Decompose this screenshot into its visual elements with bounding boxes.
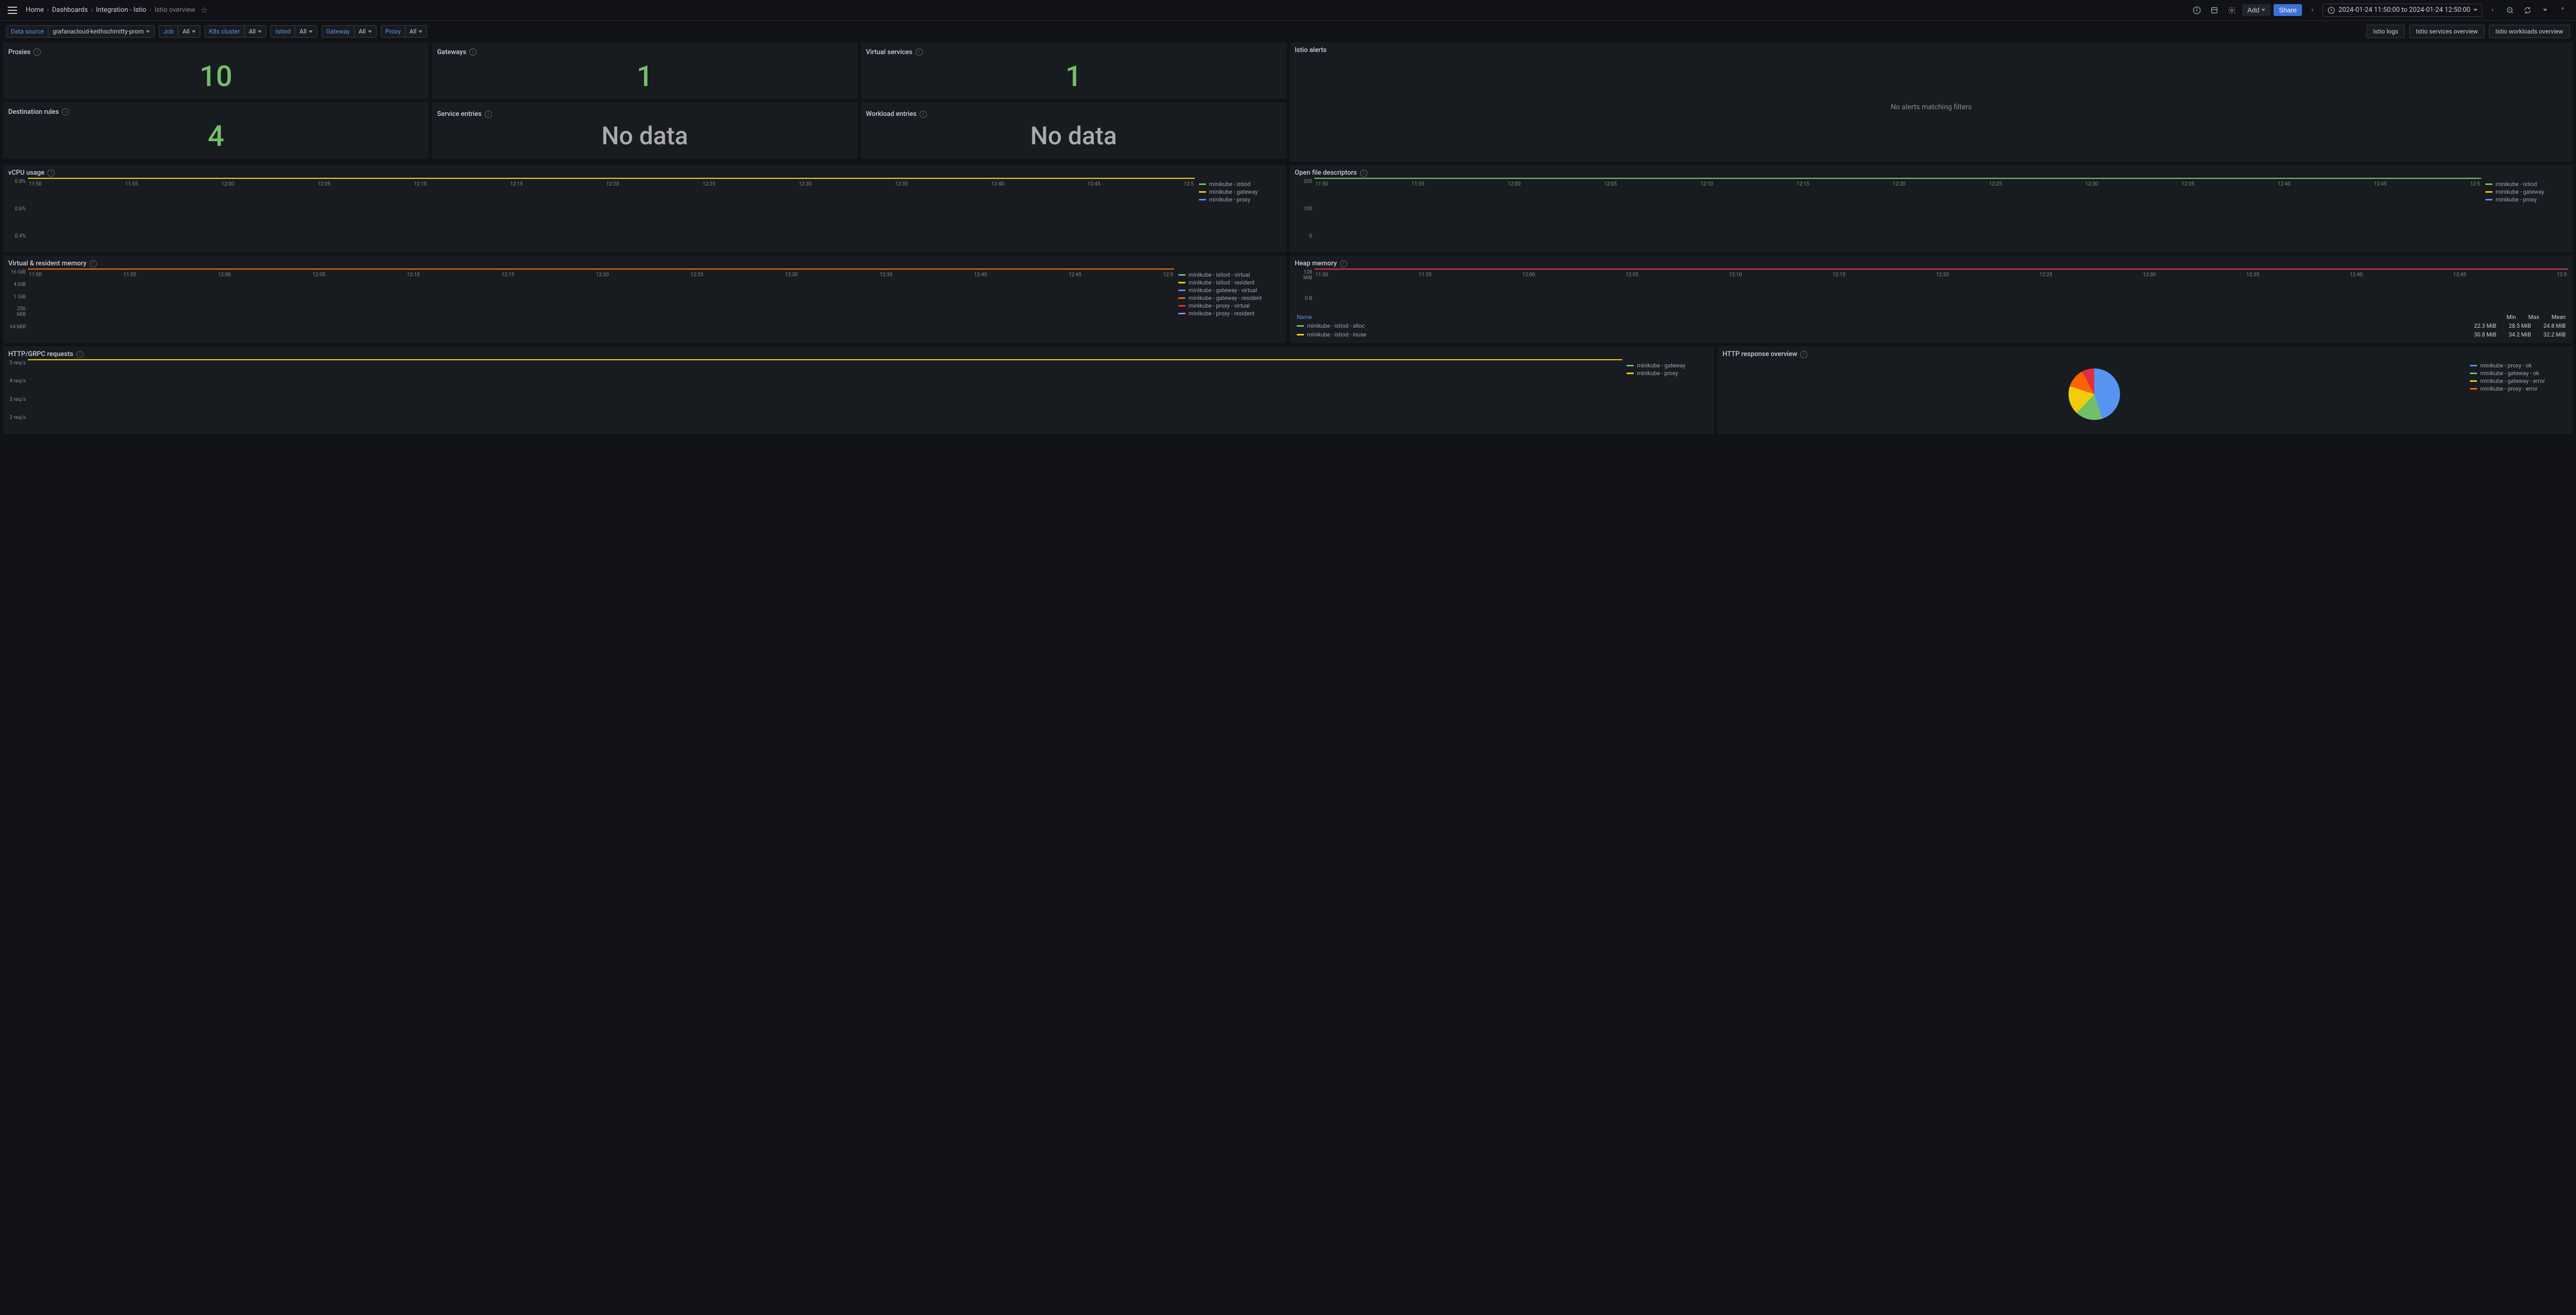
heap-legend-table: NameMinMaxMean minikube - istiod - alloc… bbox=[1295, 313, 2568, 339]
info-icon[interactable]: i bbox=[916, 48, 923, 56]
x-axis: 11:5011:5512:0012:0512:1012:1512:2012:25… bbox=[1314, 181, 2481, 187]
share-button[interactable]: Share bbox=[2274, 4, 2302, 16]
link-istio-services[interactable]: Istio services overview bbox=[2409, 25, 2485, 38]
time-range-picker[interactable]: 2024-01-24 11:50:00 to 2024-01-24 12:50:… bbox=[2323, 4, 2482, 17]
legend: minikube - proxy - ok minikube - gateway… bbox=[2470, 360, 2568, 430]
y-axis: 5 req/s4 req/s3 req/s2 req/s bbox=[26, 360, 44, 420]
refresh-icon[interactable] bbox=[2520, 3, 2535, 18]
info-icon[interactable]: i bbox=[33, 48, 41, 56]
topbar: Home› Dashboards› Integration - Istio› I… bbox=[0, 0, 2576, 21]
var-istiod[interactable]: Istiod All bbox=[270, 25, 317, 38]
var-proxy[interactable]: Proxy All bbox=[381, 25, 428, 38]
breadcrumb-dashboards[interactable]: Dashboards bbox=[52, 6, 88, 14]
legend: minikube - istiod - virtual minikube - i… bbox=[1178, 269, 1281, 339]
alerts-empty-text: No alerts matching filters bbox=[1295, 56, 2568, 158]
panel-virtual-services[interactable]: Virtual servicesi 1 bbox=[861, 42, 1286, 99]
y-axis: 0.8%0.6%0.4% bbox=[26, 179, 44, 239]
stat-value: No data bbox=[601, 121, 688, 150]
panel-istio-alerts[interactable]: Istio alerts No alerts matching filters bbox=[1290, 42, 2573, 162]
table-row[interactable]: minikube - istiod - inuse30.8 MiB34.2 Mi… bbox=[1295, 330, 2568, 339]
add-button[interactable]: Add bbox=[2242, 4, 2270, 16]
favorite-star-icon[interactable]: ☆ bbox=[200, 5, 208, 15]
info-icon[interactable]: i bbox=[1800, 351, 1807, 358]
panel-vcpu-usage[interactable]: vCPU usagei 0.8%0.6%0.4% 11:5011:5512:00… bbox=[3, 165, 1286, 252]
info-icon[interactable] bbox=[2190, 3, 2204, 18]
y-axis: 2001000 bbox=[1312, 179, 1331, 239]
var-k8s-cluster[interactable]: K8s cluster All bbox=[205, 25, 266, 38]
link-istio-workloads[interactable]: Istio workloads overview bbox=[2489, 25, 2570, 38]
breadcrumb: Home› Dashboards› Integration - Istio› I… bbox=[26, 5, 208, 15]
info-icon[interactable]: i bbox=[485, 111, 492, 118]
table-row[interactable]: minikube - istiod - alloc22.3 MiB28.5 Mi… bbox=[1295, 322, 2568, 330]
y-axis: 128 MiB0 B bbox=[1312, 269, 1331, 301]
stat-value: 1 bbox=[637, 59, 653, 93]
info-icon[interactable]: i bbox=[47, 170, 55, 177]
info-icon[interactable]: i bbox=[1360, 170, 1367, 177]
y-axis: 16 GiB4 GiB1 GiB256 MiB64 MiB bbox=[26, 269, 44, 330]
info-icon[interactable]: i bbox=[920, 111, 927, 118]
breadcrumb-current: Istio overview bbox=[155, 6, 195, 14]
stat-value: 1 bbox=[1065, 59, 1082, 93]
variable-toolbar: Data source grafanacloud-keithschmitty-p… bbox=[0, 21, 2576, 42]
panel-workload-entries[interactable]: Workload entriesi No data bbox=[861, 102, 1286, 159]
menu-toggle[interactable] bbox=[6, 4, 19, 16]
breadcrumb-integration[interactable]: Integration - Istio bbox=[96, 6, 146, 14]
settings-gear-icon[interactable] bbox=[2225, 3, 2239, 18]
panel-proxies[interactable]: Proxiesi 10 bbox=[3, 42, 429, 99]
time-prev-icon[interactable]: ‹ bbox=[2305, 3, 2319, 18]
refresh-interval-icon[interactable] bbox=[2538, 3, 2552, 18]
info-icon[interactable]: i bbox=[90, 260, 97, 267]
panel-open-file-descriptors[interactable]: Open file descriptorsi 2001000 11:5011:5… bbox=[1290, 165, 2573, 252]
var-gateway[interactable]: Gateway All bbox=[321, 25, 377, 38]
collapse-icon[interactable]: ^ bbox=[2555, 3, 2570, 18]
link-istio-logs[interactable]: Istio logs bbox=[2366, 25, 2405, 38]
time-next-icon[interactable]: › bbox=[2485, 3, 2500, 18]
legend: minikube - istiod minikube - gateway min… bbox=[1199, 179, 1281, 248]
stat-value: 10 bbox=[199, 59, 232, 93]
pie-chart bbox=[2069, 368, 2120, 420]
panel-add-icon[interactable] bbox=[2207, 3, 2222, 18]
x-axis: 11:5011:5512:0012:0512:1012:1512:2012:25… bbox=[28, 272, 1174, 278]
info-icon[interactable]: i bbox=[76, 351, 83, 358]
info-icon[interactable]: i bbox=[62, 108, 69, 115]
panel-http-response-overview[interactable]: HTTP response overviewi minikube - proxy… bbox=[1717, 346, 2573, 434]
breadcrumb-home[interactable]: Home bbox=[26, 6, 44, 14]
panel-heap-memory[interactable]: Heap memoryi 128 MiB0 B 11:5011:5512:001… bbox=[1290, 256, 2573, 343]
legend: minikube - istiod minikube - gateway min… bbox=[2485, 179, 2568, 248]
zoom-out-icon[interactable] bbox=[2503, 3, 2517, 18]
info-icon[interactable]: i bbox=[469, 48, 477, 56]
panel-http-grpc-requests[interactable]: HTTP/GRPC requestsi 5 req/s4 req/s3 req/… bbox=[3, 346, 1714, 434]
legend: minikube - gateway minikube - proxy bbox=[1626, 360, 1709, 430]
x-axis: 11:5011:5512:0012:0512:1012:1512:2012:25… bbox=[28, 181, 1195, 187]
x-axis: 11:5011:5512:0012:0512:1012:1512:2012:25… bbox=[1314, 272, 2568, 278]
var-datasource[interactable]: Data source grafanacloud-keithschmitty-p… bbox=[6, 25, 155, 38]
info-icon[interactable]: i bbox=[1340, 260, 1347, 267]
panel-gateways[interactable]: Gatewaysi 1 bbox=[432, 42, 857, 99]
stat-value: 4 bbox=[208, 119, 224, 153]
var-job[interactable]: Job All bbox=[159, 25, 200, 38]
panel-service-entries[interactable]: Service entriesi No data bbox=[432, 102, 857, 159]
panel-virtual-resident-memory[interactable]: Virtual & resident memoryi 16 GiB4 GiB1 … bbox=[3, 256, 1286, 343]
panel-destination-rules[interactable]: Destination rulesi 4 bbox=[3, 102, 429, 159]
time-range-text: 2024-01-24 11:50:00 to 2024-01-24 12:50:… bbox=[2338, 6, 2470, 14]
stat-value: No data bbox=[1030, 121, 1117, 150]
